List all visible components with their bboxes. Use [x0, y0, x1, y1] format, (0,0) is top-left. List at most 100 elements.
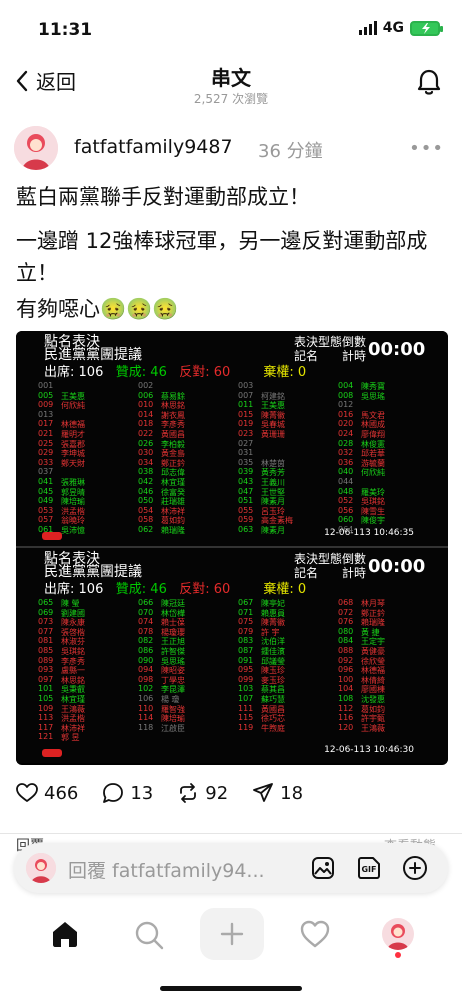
vote-row: 105 林宜瑾 106 楊 瓊 107 蘇巧慧 108 沈發惠 [38, 694, 438, 704]
page-title: 串文 [211, 66, 251, 90]
seat-number: 001 [38, 381, 54, 390]
timer-value: 00:00 [368, 556, 426, 577]
notifications-button[interactable] [416, 68, 442, 100]
comment-count: 13 [130, 782, 154, 804]
abstain-label: 棄權: [263, 365, 294, 380]
vote-row: 057 翁曉玲 058 葛如鈞 059 高金素梅 060 陳俊宇 [38, 515, 438, 525]
image-button[interactable] [310, 855, 336, 885]
reply-bar[interactable]: 回覆 fatfatfamily94... GIF [14, 843, 448, 893]
image-icon [312, 857, 334, 879]
present-label: 出席: [44, 365, 75, 380]
vote-row: 069 劉建國 070 林岱樺 071 賴惠員 072 鄭正鈐 [38, 608, 438, 618]
post-text-line-1: 藍白兩黨聯手反對運動部成立！ [16, 185, 310, 209]
share-button[interactable]: 18 [252, 782, 303, 804]
like-button[interactable]: 466 [16, 783, 78, 804]
post-text-line-4: 有夠噁心🤢🤢🤢 [16, 297, 179, 321]
seat-number: 003 [238, 381, 254, 390]
legislator-vote: 063 陳素月 [238, 525, 299, 536]
seat-number: 031 [238, 448, 254, 458]
legislator-name [261, 381, 299, 390]
tab-bar [0, 908, 462, 968]
add-attachment-button[interactable] [402, 855, 428, 885]
vote-row: 001 002 003 004 陳秀寶 [38, 381, 438, 391]
legislator-name [161, 381, 199, 390]
seat-number: 121 [38, 732, 54, 742]
no-label: 反對: [179, 365, 210, 380]
timer-value: 00:00 [368, 339, 426, 360]
vote-timestamp: 12-06-113 10:46:35 [324, 528, 414, 538]
no-count: 60 [213, 582, 231, 597]
no-label: 反對: [179, 582, 210, 597]
present-count: 106 [78, 582, 104, 597]
broadcast-logo [42, 749, 62, 757]
seat-number: 002 [138, 381, 154, 390]
vote-row: 005 王美惠 006 蔡易餘 007 柯建銘 008 吳思瑤 [38, 391, 438, 401]
vote-row: 117 林沛祥 118 江啟臣 119 牛煦庭 120 王鴻薇 [38, 723, 438, 733]
post-text-line-3: 立！ [16, 261, 58, 285]
abstain-count: 0 [297, 582, 307, 597]
like-count: 466 [44, 782, 79, 804]
yes-label: 贊成: [115, 365, 147, 380]
status-right: 4G [358, 20, 443, 36]
abstain-count: 0 [297, 365, 307, 380]
seat-number: 037 [38, 467, 54, 477]
vote-type: 表決型態 記名 [294, 552, 343, 580]
vote-row: 009 何欣純 010 林思銘 011 王美惠 012 [38, 400, 438, 410]
timer-label: 倒數 計時 [342, 552, 367, 580]
search-icon [135, 921, 164, 950]
legislator-vote: 031 [238, 448, 299, 457]
status-bar: 11:31 4G [0, 0, 462, 56]
heart-icon [16, 783, 38, 802]
separator [0, 833, 462, 834]
vote-board-2: 點名表決 民進黨黨團提議 出席: 106 贊成: 46 反對: 60 棄權: 0… [16, 548, 448, 763]
comment-button[interactable]: 13 [102, 782, 153, 804]
reply-input[interactable]: 回覆 fatfatfamily94... [68, 856, 265, 883]
vote-board-counts: 出席: 106 贊成: 46 反對: 60 棄權: 0 [44, 578, 306, 597]
tab-home[interactable] [50, 920, 80, 952]
bell-icon [417, 69, 441, 95]
reply-avatar [26, 853, 56, 883]
vote-grid: 001 002 003 004 陳秀寶 005 王美惠 006 蔡易餘 007 柯建銘 008 吳思瑤 0… [38, 381, 438, 535]
home-icon [53, 922, 77, 947]
legislator-name [361, 400, 399, 409]
vote-row: 065 陳 瑩 066 陳冠廷 067 陳亭妃 068 林月琴 [38, 598, 438, 608]
tab-activity[interactable] [300, 920, 330, 952]
post-text-line-2: 一邊蹭 12強棒球冠軍，另一邊反對運動部成 [16, 229, 428, 253]
repost-count: 92 [205, 782, 229, 804]
tab-new-post[interactable] [200, 908, 264, 960]
vote-row: 093 盧縣一 094 陳昭姿 095 陳玉珍 096 林德福 [38, 665, 438, 675]
plus-icon [403, 856, 427, 880]
vote-row: 029 李坤城 030 黃金島 031 032 邱若華 [38, 448, 438, 458]
view-count: 2,527 次瀏覽 [193, 92, 269, 106]
battery-icon [410, 20, 443, 36]
signal-icon [358, 21, 377, 35]
legislator-vote: 062 賴瑞隆 [138, 525, 199, 536]
yes-count: 46 [150, 582, 167, 597]
send-icon [253, 783, 274, 802]
author-avatar[interactable] [14, 126, 58, 170]
legislator-name [361, 477, 399, 486]
legislator-name [61, 381, 99, 390]
profile-avatar [382, 918, 414, 950]
legislator-name [261, 448, 299, 457]
post-image[interactable]: 點名表決 民進黨黨團提議 出席: 106 贊成: 46 反對: 60 棄權: 0… [16, 331, 448, 765]
yes-count: 46 [150, 365, 167, 380]
legislator-vote: 044 [338, 477, 399, 486]
gif-button[interactable]: GIF [356, 855, 382, 885]
tab-search[interactable] [134, 920, 164, 954]
legislator-vote: 001 [38, 381, 99, 390]
present-label: 出席: [44, 582, 75, 597]
tab-profile[interactable] [382, 918, 414, 950]
gif-icon: GIF [358, 857, 380, 879]
legislator-name: 陳素月 [261, 526, 285, 535]
legislator-vote: 027 [238, 439, 299, 448]
vote-row: 113 洪孟楷 114 陳培瑜 115 徐巧芯 116 許宇甄 [38, 713, 438, 723]
legislator-name [261, 439, 299, 448]
vote-row: 073 陳永康 074 賴士葆 075 陳菁徽 076 賴瑞隆 [38, 617, 438, 627]
repost-button[interactable]: 92 [177, 782, 228, 804]
author-username[interactable]: fatfatfamily9487 [74, 136, 233, 158]
yes-label: 贊成: [115, 582, 147, 597]
post-actions: 466 13 92 18 [16, 782, 303, 804]
more-options-button[interactable]: ••• [409, 138, 444, 159]
add-icon [220, 922, 244, 946]
